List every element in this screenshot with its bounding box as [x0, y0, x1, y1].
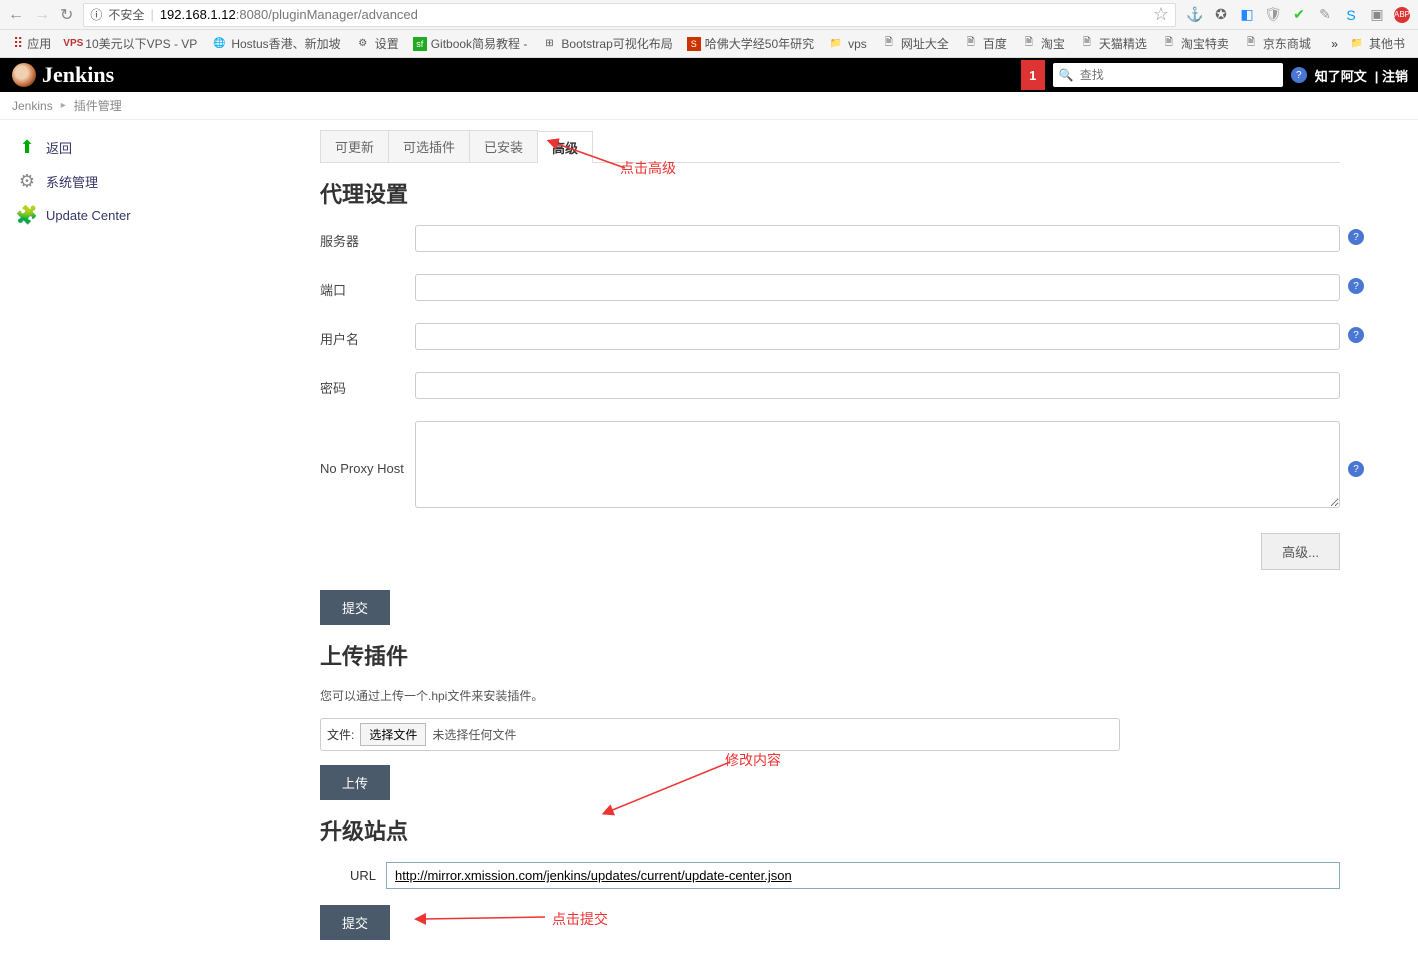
upload-description: 您可以通过上传一个.hpi文件来安装插件。: [320, 687, 1340, 704]
updatesite-submit-button[interactable]: 提交: [320, 905, 390, 940]
url-label: URL: [350, 868, 376, 883]
server-label: 服务器: [320, 225, 415, 250]
ext-icon[interactable]: ABP: [1394, 7, 1410, 23]
noproxy-textarea[interactable]: [415, 421, 1340, 508]
browser-address-bar: ← → ↻ ⓘ 不安全 | 192.168.1.12:8080/pluginMa…: [0, 0, 1418, 30]
sidebar-item-label: 系统管理: [46, 172, 98, 191]
updatesite-section-title: 升级站点: [320, 814, 1340, 846]
sidebar: ⬆ 返回 ⚙ 系统管理 🧩 Update Center: [0, 120, 320, 980]
updatesite-url-input[interactable]: [386, 862, 1340, 889]
server-input[interactable]: [415, 225, 1340, 252]
username-label: 用户名: [320, 323, 415, 348]
sidebar-system-mgmt[interactable]: ⚙ 系统管理: [12, 164, 308, 198]
gear-icon: ⚙: [16, 170, 38, 192]
tab-available[interactable]: 可选插件: [388, 130, 470, 162]
help-icon[interactable]: ?: [1348, 461, 1364, 477]
noproxy-label: No Proxy Host: [320, 421, 415, 476]
help-icon[interactable]: ?: [1291, 67, 1307, 83]
annotation-arrow: [600, 756, 740, 816]
help-icon[interactable]: ?: [1348, 229, 1364, 245]
annotation-text: 点击高级: [620, 158, 676, 178]
sidebar-update-center[interactable]: 🧩 Update Center: [12, 198, 308, 232]
address-box[interactable]: ⓘ 不安全 | 192.168.1.12:8080/pluginManager/…: [83, 3, 1176, 27]
proxy-submit-button[interactable]: 提交: [320, 590, 390, 625]
search-input[interactable]: [1080, 68, 1277, 82]
bookmark-item[interactable]: ⚙设置: [350, 33, 404, 54]
search-box[interactable]: 🔍: [1053, 63, 1283, 87]
bookmark-item[interactable]: ⊞Bootstrap可视化布局: [536, 33, 677, 54]
ext-icon[interactable]: S: [1342, 6, 1360, 24]
bookmark-item[interactable]: sfGitbook简易教程 -: [408, 33, 533, 54]
username-input[interactable]: [415, 323, 1340, 350]
ext-icon[interactable]: ✪: [1212, 6, 1230, 24]
bookmark-item[interactable]: 🗎百度: [958, 33, 1012, 54]
insecure-label: 不安全: [108, 6, 144, 23]
ext-icon[interactable]: ✎: [1316, 6, 1334, 24]
back-button[interactable]: ←: [8, 6, 24, 24]
app-title: Jenkins: [42, 62, 114, 88]
help-icon[interactable]: ?: [1348, 327, 1364, 343]
reload-button[interactable]: ↻: [60, 5, 73, 25]
bookmark-item[interactable]: 🗎网址大全: [876, 33, 954, 54]
annotation-text: 点击提交: [552, 909, 608, 929]
sidebar-return[interactable]: ⬆ 返回: [12, 130, 308, 164]
port-input[interactable]: [415, 274, 1340, 301]
bookmark-star-icon[interactable]: ☆: [1153, 4, 1169, 25]
bookmark-item[interactable]: 🗎淘宝特卖: [1156, 33, 1234, 54]
breadcrumb-separator: ▸: [61, 100, 66, 111]
breadcrumb-current[interactable]: 插件管理: [74, 97, 122, 114]
ext-icon[interactable]: 🛡: [1264, 6, 1282, 24]
file-upload-row: 文件: 选择文件 未选择任何文件: [320, 718, 1120, 751]
sidebar-item-label: 返回: [46, 138, 72, 157]
ext-icon[interactable]: ▣: [1368, 6, 1386, 24]
bookmark-item[interactable]: 🗎天猫精选: [1074, 33, 1152, 54]
jenkins-header: Jenkins 1 🔍 ? 知了阿文 | 注销: [0, 58, 1418, 92]
forward-button[interactable]: →: [34, 6, 50, 24]
return-arrow-icon: ⬆: [16, 136, 38, 158]
breadcrumb-home[interactable]: Jenkins: [12, 99, 53, 113]
advanced-button[interactable]: 高级...: [1261, 533, 1340, 570]
main-content: 可更新 可选插件 已安装 高级 点击高级 代理设置 服务器 ? 端口 ? 用户名…: [320, 120, 1360, 980]
annotation-arrow: [415, 907, 555, 932]
breadcrumb: Jenkins ▸ 插件管理: [0, 92, 1418, 120]
search-icon: 🔍: [1059, 68, 1074, 82]
bookmarks-bar: ⠿ 应用 VPS10美元以下VPS - VP 🌐Hostus香港、新加坡 ⚙设置…: [0, 30, 1418, 58]
help-icon[interactable]: ?: [1348, 278, 1364, 294]
bookmark-item[interactable]: 🌐Hostus香港、新加坡: [206, 33, 345, 54]
annotation-text: 修改内容: [725, 750, 781, 770]
bookmark-item[interactable]: VPS10美元以下VPS - VP: [60, 33, 202, 54]
apps-button[interactable]: ⠿ 应用: [8, 33, 56, 54]
ext-icon[interactable]: ⚓: [1186, 6, 1204, 24]
ext-icon[interactable]: ◧: [1238, 6, 1256, 24]
bookmark-item[interactable]: 🗎淘宝: [1016, 33, 1070, 54]
plugin-icon: 🧩: [16, 204, 38, 226]
choose-file-button[interactable]: 选择文件: [360, 723, 426, 746]
extension-icons: ⚓ ✪ ◧ 🛡 ✔ ✎ S ▣ ABP: [1186, 6, 1410, 24]
logout-link[interactable]: | 注销: [1375, 66, 1408, 85]
sidebar-item-label: Update Center: [46, 208, 131, 223]
bookmark-item[interactable]: S哈佛大学经50年研究: [682, 33, 819, 54]
tabs: 可更新 可选插件 已安装 高级: [320, 130, 1340, 163]
jenkins-mascot-icon: [12, 63, 36, 87]
file-status: 未选择任何文件: [432, 726, 516, 743]
proxy-section-title: 代理设置: [320, 177, 1340, 209]
jenkins-logo[interactable]: Jenkins: [12, 62, 114, 88]
upload-section-title: 上传插件: [320, 639, 1340, 671]
other-bookmarks[interactable]: 📁其他书: [1344, 33, 1410, 54]
ext-icon[interactable]: ✔: [1290, 6, 1308, 24]
tab-updatable[interactable]: 可更新: [320, 130, 389, 162]
bookmark-item[interactable]: 🗎京东商城: [1238, 33, 1316, 54]
user-link[interactable]: 知了阿文: [1315, 66, 1367, 85]
notification-badge[interactable]: 1: [1021, 60, 1045, 90]
upload-button[interactable]: 上传: [320, 765, 390, 800]
bookmark-item[interactable]: 📁vps: [823, 34, 872, 54]
port-label: 端口: [320, 274, 415, 299]
apps-icon: ⠿: [13, 35, 23, 52]
url-text: 192.168.1.12:8080/pluginManager/advanced: [160, 7, 418, 22]
password-input[interactable]: [415, 372, 1340, 399]
file-label: 文件:: [327, 726, 354, 743]
password-label: 密码: [320, 372, 415, 397]
tab-installed[interactable]: 已安装: [469, 130, 538, 162]
info-icon: ⓘ: [90, 6, 102, 23]
